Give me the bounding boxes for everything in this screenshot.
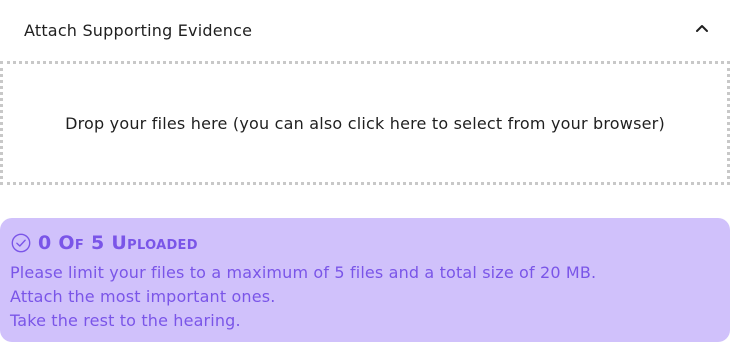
upload-note: Attach the most important ones. xyxy=(10,287,276,306)
upload-notes: Please limit your files to a maximum of … xyxy=(10,261,596,333)
file-dropzone[interactable]: Drop your files here (you can also click… xyxy=(0,61,730,185)
dropzone-label: Drop your files here (you can also click… xyxy=(65,113,665,133)
upload-note: Please limit your files to a maximum of … xyxy=(10,263,597,282)
upload-count-text: 0 Of 5 Uploaded xyxy=(38,232,198,254)
chevron-up-icon[interactable] xyxy=(690,16,714,40)
check-circle-icon xyxy=(11,233,31,253)
section-header[interactable]: Attach Supporting Evidence xyxy=(0,0,730,60)
upload-note: Take the rest to the hearing. xyxy=(10,311,241,330)
upload-status-panel: 0 Of 5 Uploaded Please limit your files … xyxy=(0,218,730,342)
upload-status-heading: 0 Of 5 Uploaded xyxy=(10,232,198,254)
section-title: Attach Supporting Evidence xyxy=(24,21,253,40)
